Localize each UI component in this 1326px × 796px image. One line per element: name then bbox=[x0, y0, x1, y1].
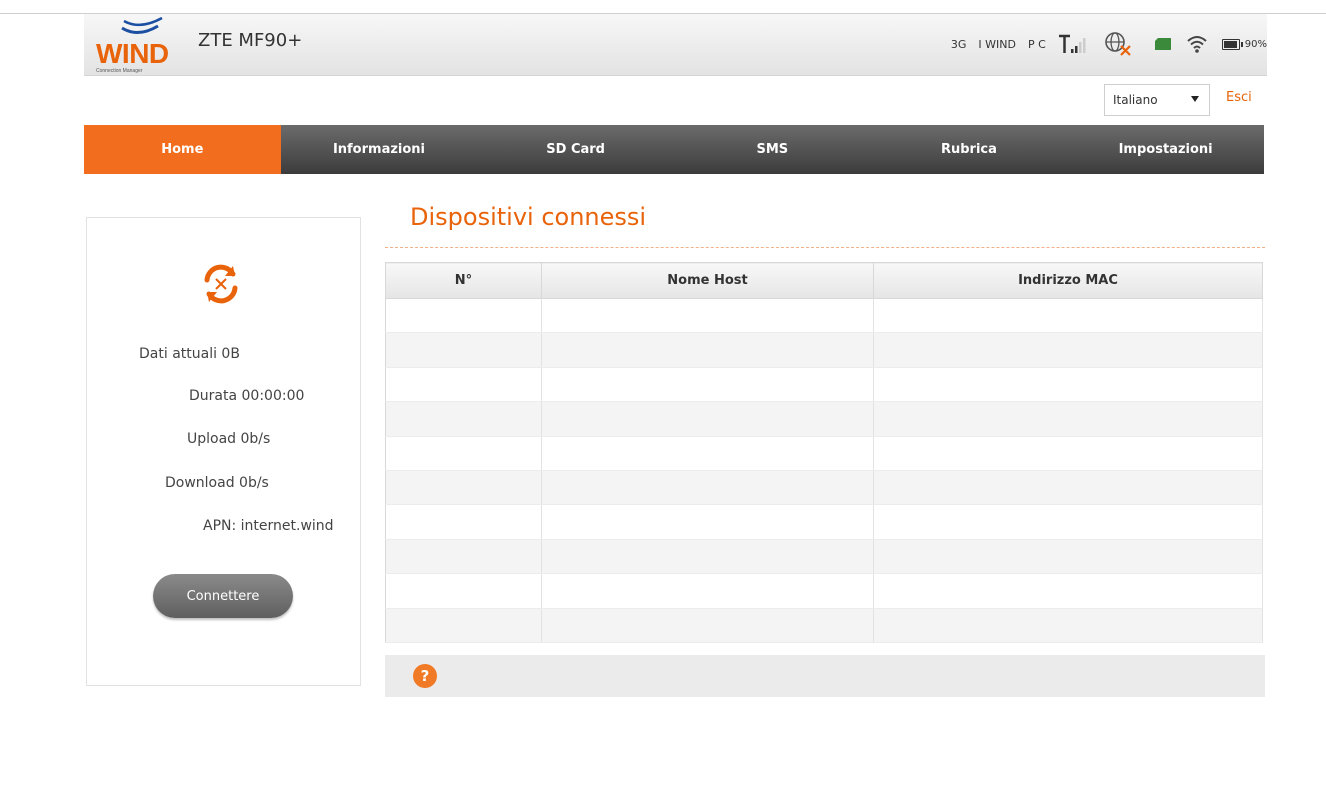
table-cell bbox=[541, 539, 874, 575]
table-row bbox=[385, 367, 1263, 403]
table-cell bbox=[873, 504, 1263, 540]
table-cell bbox=[541, 573, 874, 609]
table-cell bbox=[873, 298, 1263, 334]
nav-home[interactable]: Home bbox=[84, 125, 281, 174]
table-cell bbox=[873, 367, 1263, 403]
battery-level: 90% bbox=[1244, 38, 1267, 50]
duration: Durata 00:00:00 bbox=[189, 388, 305, 404]
table-cell bbox=[385, 504, 542, 540]
nav-sms[interactable]: SMS bbox=[674, 125, 871, 174]
table-cell bbox=[385, 332, 542, 368]
table-row bbox=[385, 470, 1263, 506]
table-cell bbox=[385, 608, 542, 643]
nav-rubrica[interactable]: Rubrica bbox=[871, 125, 1068, 174]
network-type: 3G bbox=[950, 37, 967, 51]
language-selected: Italiano bbox=[1113, 93, 1158, 107]
pc-label: P C bbox=[1027, 37, 1046, 51]
nav-sd-card[interactable]: SD Card bbox=[477, 125, 674, 174]
current-data: Dati attuali 0B bbox=[139, 346, 240, 362]
table-row bbox=[385, 332, 1263, 368]
table-cell bbox=[873, 608, 1263, 643]
header: WIND Connection Manager ZTE MF90+ 3G I W… bbox=[84, 14, 1267, 76]
table-cell bbox=[541, 401, 874, 437]
table-row bbox=[385, 504, 1263, 540]
table-row bbox=[385, 539, 1263, 575]
wind-logo: WIND Connection Manager bbox=[96, 16, 188, 74]
signal-icon bbox=[1058, 33, 1086, 55]
table-row bbox=[385, 573, 1263, 609]
table-cell bbox=[873, 332, 1263, 368]
disconnected-icon bbox=[195, 258, 247, 310]
download-rate: Download 0b/s bbox=[165, 475, 269, 491]
battery-indicator: 90% bbox=[1221, 38, 1267, 50]
chevron-down-icon bbox=[1191, 96, 1199, 102]
table-cell bbox=[385, 539, 542, 575]
table-cell bbox=[385, 298, 542, 334]
table-cell bbox=[541, 436, 874, 471]
table-cell bbox=[385, 573, 542, 609]
table-cell bbox=[385, 470, 542, 506]
main-nav: Home Informazioni SD Card SMS Rubrica Im… bbox=[84, 125, 1264, 174]
sim-card-icon bbox=[1154, 37, 1172, 51]
logout-link[interactable]: Esci bbox=[1226, 90, 1252, 105]
status-bar: 3G I WIND P C 90% bbox=[951, 30, 1267, 58]
nav-informazioni[interactable]: Informazioni bbox=[281, 125, 478, 174]
table-row bbox=[385, 401, 1263, 437]
column-header-hostname: Nome Host bbox=[541, 262, 874, 299]
table-cell bbox=[541, 298, 874, 334]
column-header-number: N° bbox=[385, 262, 542, 299]
help-icon[interactable]: ? bbox=[413, 664, 437, 688]
table-cell bbox=[385, 367, 542, 403]
connect-button[interactable]: Connettere bbox=[153, 574, 293, 618]
table-cell bbox=[385, 436, 542, 471]
wifi-icon bbox=[1186, 34, 1208, 54]
table-cell bbox=[873, 401, 1263, 437]
device-model: ZTE MF90+ bbox=[198, 30, 303, 51]
table-row bbox=[385, 436, 1263, 471]
table-header-row: N° Nome Host Indirizzo MAC bbox=[385, 262, 1263, 299]
table-cell bbox=[541, 367, 874, 403]
table-cell bbox=[541, 332, 874, 368]
table-cell bbox=[873, 573, 1263, 609]
connected-devices-table: N° Nome Host Indirizzo MAC bbox=[385, 262, 1263, 643]
upload-rate: Upload 0b/s bbox=[187, 431, 271, 447]
battery-icon bbox=[1221, 38, 1243, 50]
table-cell bbox=[385, 401, 542, 437]
table-body bbox=[385, 298, 1263, 643]
logo-subtext: Connection Manager bbox=[96, 68, 143, 74]
logo-word: WIND bbox=[96, 38, 169, 69]
table-cell bbox=[873, 436, 1263, 471]
table-cell bbox=[541, 504, 874, 540]
connection-panel: Dati attuali 0B Durata 00:00:00 Upload 0… bbox=[86, 217, 361, 686]
table-row bbox=[385, 608, 1263, 643]
table-cell bbox=[873, 470, 1263, 506]
title-divider bbox=[385, 247, 1265, 248]
apn: APN: internet.wind bbox=[203, 518, 334, 534]
page-title: Dispositivi connessi bbox=[410, 203, 647, 231]
table-cell bbox=[541, 608, 874, 643]
table-cell bbox=[873, 539, 1263, 575]
column-header-mac: Indirizzo MAC bbox=[873, 262, 1263, 299]
operator-name: I WIND bbox=[978, 37, 1016, 51]
nav-impostazioni[interactable]: Impostazioni bbox=[1067, 125, 1264, 174]
globe-disconnected-icon bbox=[1104, 31, 1132, 57]
table-row bbox=[385, 298, 1263, 334]
help-bar: ? bbox=[385, 655, 1265, 697]
table-cell bbox=[541, 470, 874, 506]
language-select[interactable]: Italiano bbox=[1104, 84, 1210, 116]
